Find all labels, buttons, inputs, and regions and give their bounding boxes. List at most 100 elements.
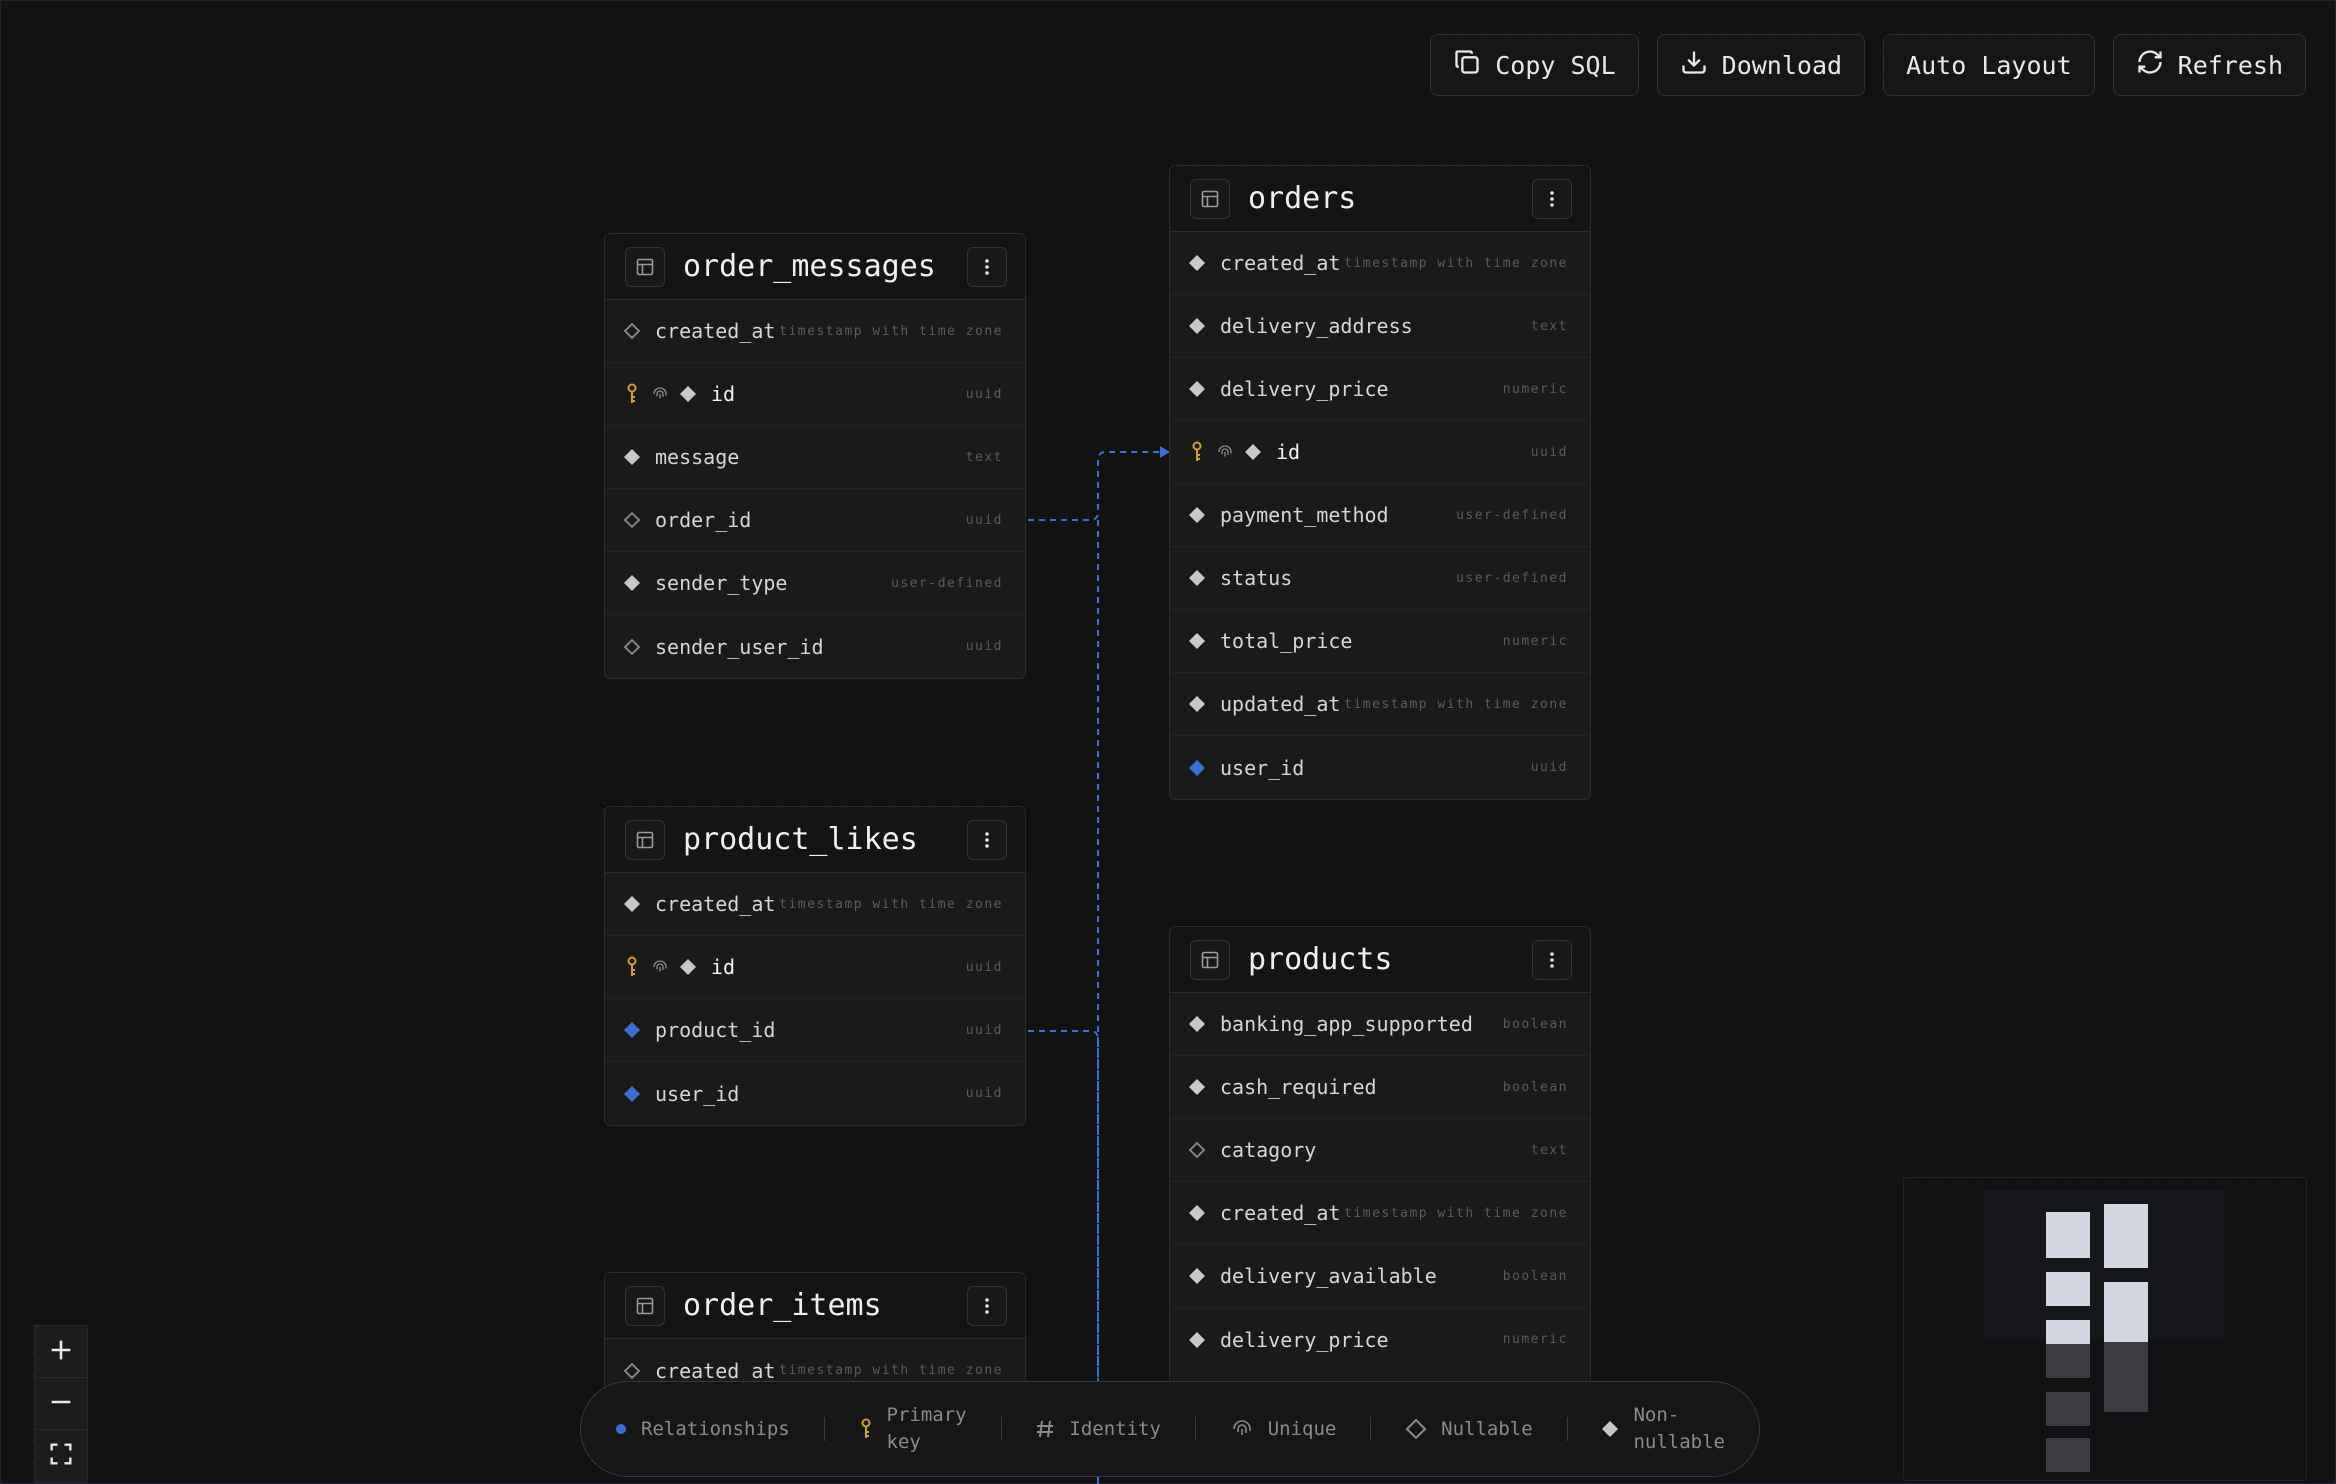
zoom-out-button[interactable] [35, 1378, 87, 1430]
table-menu-button[interactable] [967, 819, 1007, 860]
column-name: product_id [655, 1018, 776, 1042]
column-row[interactable]: id uuid [1170, 421, 1590, 484]
filled-diamond-icon [623, 448, 641, 466]
copy-sql-button[interactable]: Copy SQL [1430, 34, 1639, 96]
column-type: uuid [965, 512, 1003, 528]
column-row[interactable]: banking_app_supported boolean [1170, 993, 1590, 1056]
column-row[interactable]: created_at timestamp with time zone [1170, 1182, 1590, 1245]
column-row[interactable]: created_at timestamp with time zone [605, 873, 1025, 936]
download-icon [1680, 48, 1708, 82]
fit-view-button[interactable] [35, 1430, 87, 1482]
table-menu-button[interactable] [1532, 939, 1572, 980]
table-icon [625, 1285, 665, 1326]
table-header[interactable]: products [1170, 927, 1590, 993]
table-icon [1190, 178, 1230, 219]
column-row[interactable]: order_id uuid [605, 489, 1025, 552]
column-type: timestamp with time zone [1344, 696, 1568, 712]
column-type: numeric [1502, 633, 1568, 649]
column-row[interactable]: user_id uuid [1170, 736, 1590, 799]
column-row[interactable]: catagory text [1170, 1119, 1590, 1182]
table-orders[interactable]: orders created_at timestamp with time zone… [1169, 165, 1591, 800]
column-type: numeric [1502, 1332, 1568, 1347]
table-header[interactable]: order_items [605, 1273, 1025, 1339]
legend-primary-key: Primary key [859, 1402, 967, 1456]
fingerprint-icon [651, 958, 669, 976]
table-title: product_likes [683, 822, 918, 857]
column-name: order_id [655, 508, 752, 532]
column-row[interactable]: user_id uuid [605, 1062, 1025, 1125]
column-row[interactable]: status user-defined [1170, 547, 1590, 610]
auto-layout-button[interactable]: Auto Layout [1883, 34, 2095, 96]
column-row[interactable]: delivery_address text [1170, 295, 1590, 358]
minus-icon [47, 1388, 75, 1420]
filled-diamond-icon [1602, 1421, 1619, 1437]
column-row[interactable]: delivery_price numeric [1170, 358, 1590, 421]
filled-diamond-icon [623, 895, 641, 913]
plus-icon [47, 1336, 75, 1368]
table-header[interactable]: order_messages [605, 234, 1025, 300]
column-row[interactable]: cash_required boolean [1170, 1056, 1590, 1119]
more-vertical-icon [977, 257, 997, 277]
refresh-icon [2136, 48, 2164, 82]
column-row[interactable]: created_at timestamp with time zone [605, 300, 1025, 363]
legend-non-nullable-label-1: Non- [1633, 1404, 1680, 1426]
column-type: timestamp with time zone [779, 323, 1003, 339]
copy-sql-label: Copy SQL [1495, 50, 1616, 80]
filled-diamond-icon [679, 385, 697, 403]
legend-divider [1370, 1417, 1372, 1441]
refresh-button[interactable]: Refresh [2112, 34, 2306, 96]
column-name: banking_app_supported [1220, 1012, 1473, 1036]
column-row[interactable]: id uuid [605, 363, 1025, 426]
column-row[interactable]: payment_method user-defined [1170, 484, 1590, 547]
filled-diamond-icon [679, 958, 697, 976]
minimap[interactable] [1903, 1177, 2307, 1481]
column-name: created_at [655, 319, 776, 343]
column-name: catagory [1220, 1138, 1317, 1162]
hash-icon [1037, 1420, 1054, 1438]
fingerprint-icon [1232, 1420, 1251, 1435]
table-title: order_messages [683, 249, 936, 284]
copy-icon [1453, 48, 1481, 82]
minimap-node [2104, 1282, 2148, 1342]
column-name: user_id [655, 1081, 740, 1106]
table-title: orders [1248, 181, 1357, 216]
filled-diamond-icon [1188, 254, 1206, 272]
minimap-node [2046, 1344, 2090, 1378]
column-name: delivery_price [1220, 377, 1389, 401]
column-row[interactable]: product_id uuid [605, 999, 1025, 1062]
auto-layout-label: Auto Layout [1906, 50, 2072, 80]
zoom-in-button[interactable] [35, 1326, 87, 1378]
column-row[interactable]: delivery_available boolean [1170, 1245, 1590, 1308]
filled-diamond-icon [1244, 443, 1262, 461]
column-name: user_id [1220, 755, 1305, 780]
table-icon [625, 246, 665, 287]
column-row[interactable]: id uuid [605, 936, 1025, 999]
table-menu-button[interactable] [967, 246, 1007, 287]
table-header[interactable]: product_likes [605, 807, 1025, 873]
table-products[interactable]: products banking_app_supported boolean cash… [1169, 926, 1591, 1396]
column-type: boolean [1502, 1268, 1568, 1284]
hollow-diamond-icon [623, 1362, 641, 1380]
table-icon [1190, 939, 1230, 980]
legend-non-nullable-label-2: nullable [1633, 1431, 1725, 1453]
table-header[interactable]: orders [1170, 166, 1590, 232]
filled-diamond-icon [1188, 506, 1206, 524]
column-row[interactable]: updated_at timestamp with time zone [1170, 673, 1590, 736]
column-name: payment_method [1220, 503, 1389, 527]
column-row[interactable]: created_at timestamp with time zone [1170, 232, 1590, 295]
download-button[interactable]: Download [1656, 34, 1866, 96]
column-row[interactable]: sender_type user-defined [605, 552, 1025, 615]
column-row[interactable]: delivery_price numeric [1170, 1308, 1590, 1371]
column-type: user-defined [891, 575, 1003, 591]
column-row[interactable]: sender_user_id uuid [605, 615, 1025, 678]
column-name: id [711, 382, 736, 406]
table-menu-button[interactable] [967, 1285, 1007, 1326]
table-order-messages[interactable]: order_messages created_at timestamp with t… [604, 233, 1026, 679]
legend-divider [1000, 1417, 1002, 1441]
column-row[interactable]: message text [605, 426, 1025, 489]
legend-relationships: Relationships [615, 1418, 790, 1440]
column-row[interactable]: total_price numeric [1170, 610, 1590, 673]
legend-nullable-label: Nullable [1441, 1418, 1533, 1440]
table-product-likes[interactable]: product_likes created_at timestamp with ti… [604, 806, 1026, 1126]
table-menu-button[interactable] [1532, 178, 1572, 219]
